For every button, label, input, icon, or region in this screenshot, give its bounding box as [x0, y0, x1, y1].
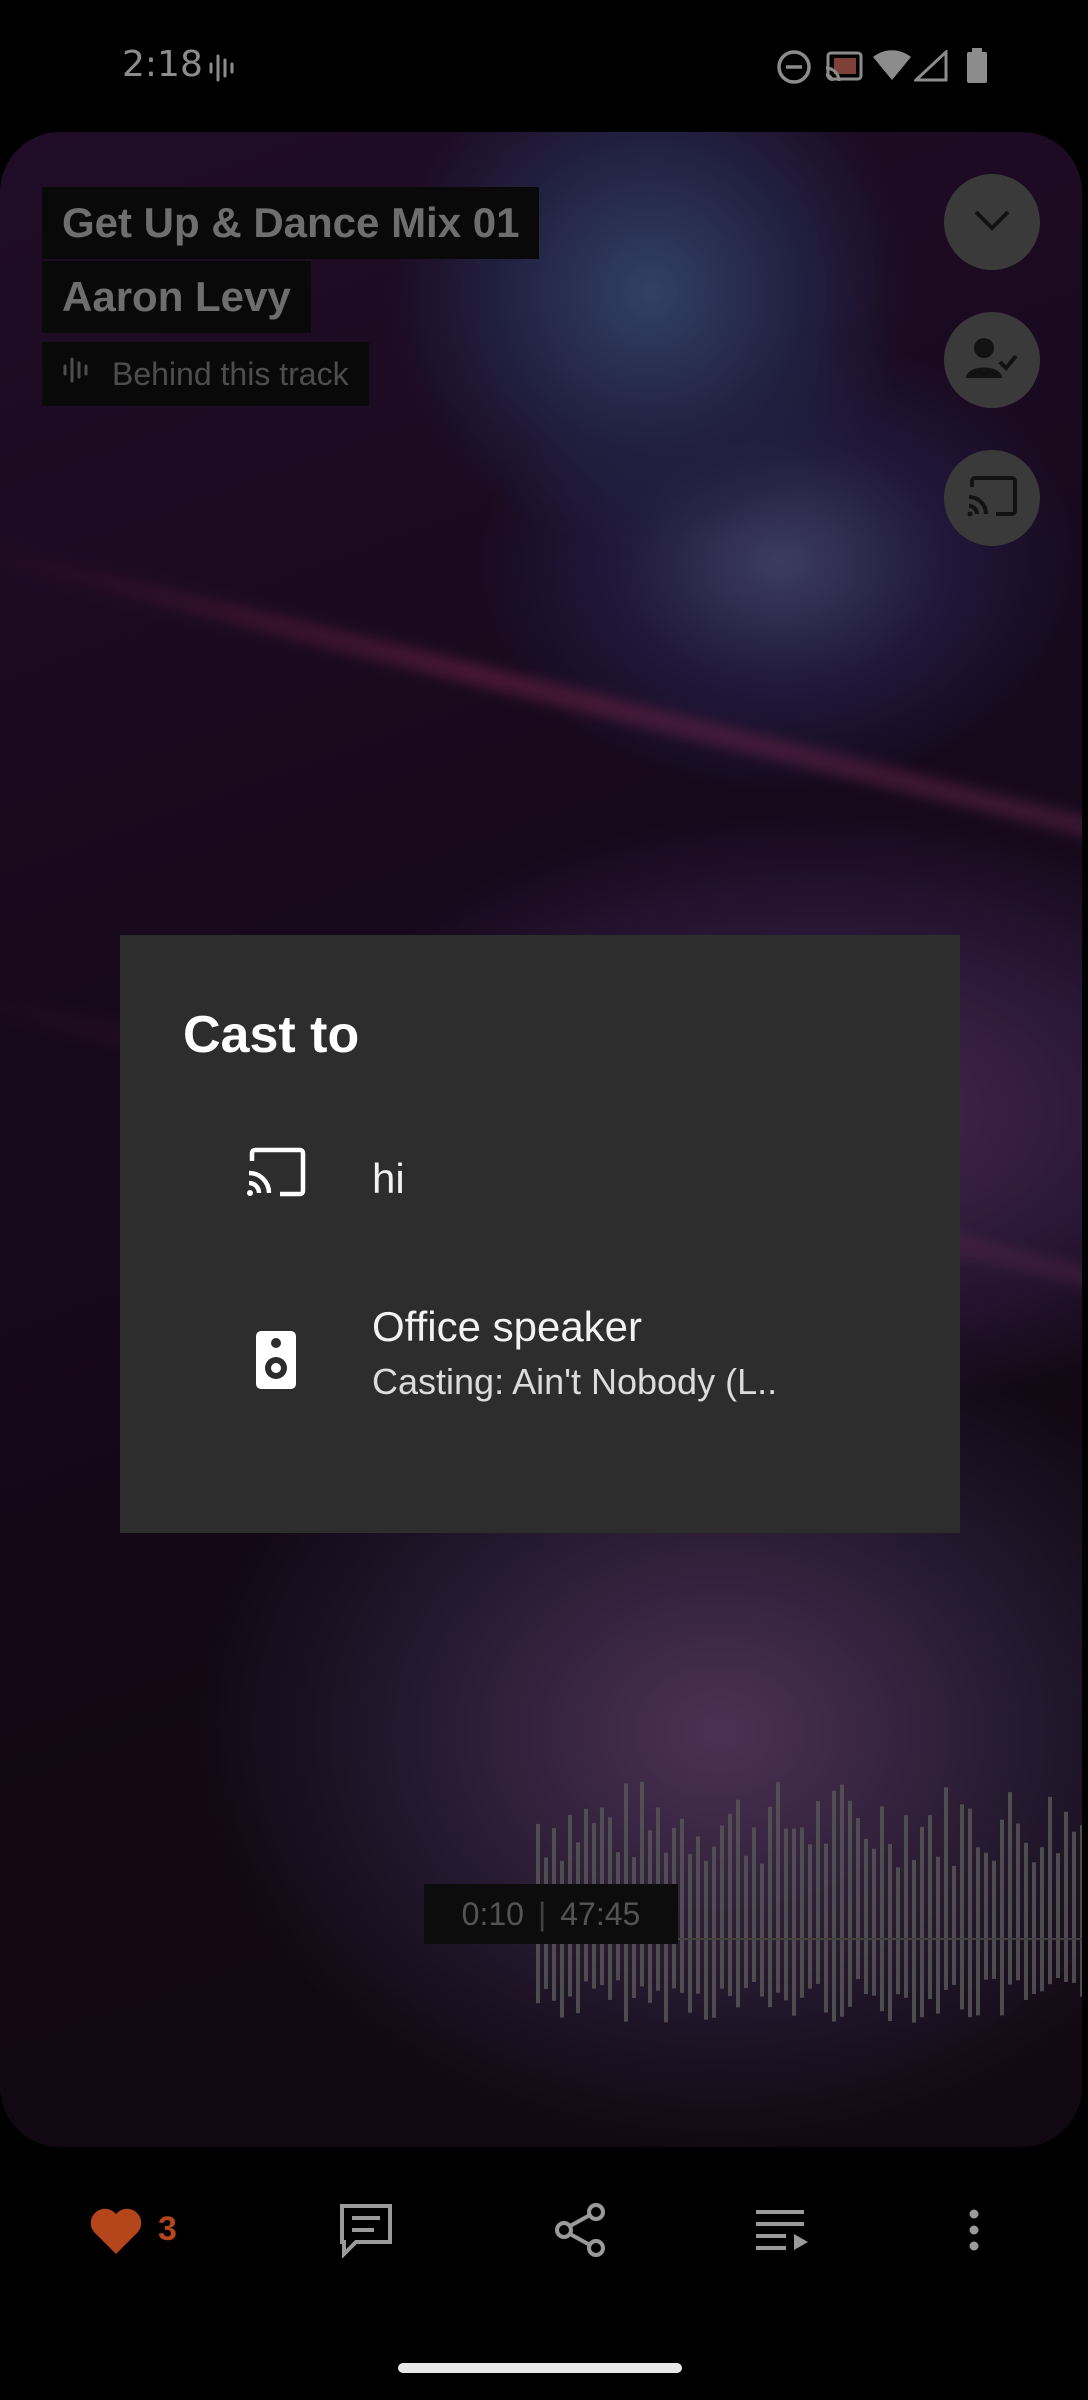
waveform-bar	[776, 1782, 780, 1993]
comment-icon[interactable]	[338, 2202, 394, 2263]
status-bar: 2:18	[0, 0, 1088, 130]
waveform-bar	[928, 1815, 932, 2000]
waveform-bar	[704, 1860, 708, 2020]
waveform-bar	[712, 1846, 716, 2018]
waveform-bar	[920, 1826, 924, 2018]
waveform-bar	[1032, 1862, 1036, 1995]
waveform-bar	[1056, 1853, 1060, 1979]
home-indicator[interactable]	[398, 2363, 682, 2373]
waveform-bar	[688, 1854, 692, 2013]
like-count: 3	[158, 2210, 177, 2248]
waveform-bar	[912, 1859, 916, 2023]
waveform-bar	[888, 1843, 892, 2022]
waveform-bar	[880, 1806, 884, 2012]
cast-dialog: Cast to hi Office speaker Casting: Ain't…	[120, 935, 960, 1533]
waveform-bar	[904, 1815, 908, 1998]
more-options-icon[interactable]	[968, 2208, 980, 2257]
waveform-bar	[872, 1848, 876, 1996]
route-name: Office speaker	[372, 1303, 643, 1350]
waveform-bar	[824, 1843, 828, 2013]
total-duration: 47:45	[560, 1895, 641, 1932]
waveform-scrubber[interactable]	[532, 1762, 1082, 2147]
waveform-bar	[960, 1804, 964, 2010]
playback-time: 0:10 | 47:45	[424, 1884, 678, 1944]
track-title[interactable]: Get Up & Dance Mix 01	[42, 187, 540, 259]
waveform-bar	[840, 1784, 844, 2017]
route-item-office-speaker[interactable]: Office speaker Casting: Ain't Nobody (L.…	[120, 1295, 960, 1435]
light-streak	[0, 535, 1082, 871]
waveform-bar	[696, 1836, 700, 1994]
waveform-bar	[1064, 1811, 1068, 1982]
behind-this-track-label: Behind this track	[112, 356, 349, 392]
waveform-bar	[832, 1790, 836, 2022]
waveform-bar	[816, 1801, 820, 1984]
waveform-bar	[728, 1813, 732, 1997]
share-icon[interactable]	[554, 2202, 606, 2263]
waveform-bar	[1016, 1823, 1020, 1981]
waveform-bar	[944, 1787, 948, 1990]
person-check-icon	[966, 336, 1018, 385]
signal-icon	[912, 48, 948, 87]
behind-this-track-button[interactable]: Behind this track	[42, 342, 369, 406]
heart-icon[interactable]	[88, 2206, 144, 2261]
waveform-bar	[720, 1825, 724, 1989]
route-name: hi	[372, 1155, 405, 1202]
wifi-icon	[872, 48, 912, 87]
waveform-bar	[936, 1856, 940, 2014]
route-subtitle: Casting: Ain't Nobody (L..	[372, 1361, 778, 1402]
waveform-bar	[800, 1827, 804, 1998]
speaker-icon	[256, 1331, 296, 1394]
waveform-icon	[62, 342, 92, 406]
dialog-title: Cast to	[183, 1006, 360, 1064]
waveform-bar	[848, 1800, 852, 2007]
waveform-bar	[864, 1838, 868, 1995]
waveform-bar	[752, 1827, 756, 1983]
waveform-bar	[856, 1818, 860, 1980]
waveform-bar	[736, 1799, 740, 2008]
cast-button[interactable]	[944, 450, 1040, 546]
time-separator: |	[537, 1895, 547, 1932]
route-item-hi[interactable]: hi	[120, 1115, 960, 1235]
queue-icon[interactable]	[754, 2206, 810, 2259]
waveform-bar	[1080, 1824, 1082, 1997]
elapsed-time: 0:10	[461, 1895, 524, 1932]
waveform-bar	[680, 1818, 684, 1993]
waveform-bar	[896, 1867, 900, 1995]
waveform-bar	[1040, 1847, 1044, 1992]
waveform-bar	[1024, 1842, 1028, 2000]
waveform-bar	[744, 1855, 748, 1989]
status-time: 2:18	[122, 44, 203, 85]
chevron-down-icon	[972, 208, 1012, 237]
do-not-disturb-icon	[776, 49, 812, 90]
collapse-player-button[interactable]	[944, 174, 1040, 270]
waveform-bar	[808, 1844, 812, 1989]
waveform-bar	[1000, 1819, 1004, 2016]
waveform-bar	[992, 1860, 996, 1979]
waveform-bar	[1048, 1796, 1052, 1985]
waveform-bar	[784, 1828, 788, 2001]
cast-icon	[246, 1147, 306, 1202]
waveform-bar	[952, 1865, 956, 1985]
waveform-bar	[976, 1847, 980, 2016]
waveform-bar	[792, 1828, 796, 2016]
voice-activity-icon	[208, 50, 238, 91]
waveform-bar	[968, 1808, 972, 2018]
battery-icon	[966, 48, 988, 89]
waveform-bar	[760, 1863, 764, 1997]
waveform-bar	[1008, 1792, 1012, 1985]
cast-icon	[966, 475, 1018, 522]
waveform-bar	[984, 1852, 988, 1980]
waveform-bar	[1072, 1831, 1076, 1983]
cast-connected-icon	[824, 50, 864, 89]
waveform-bar	[768, 1806, 772, 2008]
artist-name[interactable]: Aaron Levy	[42, 261, 311, 333]
follow-artist-button[interactable]	[944, 312, 1040, 408]
